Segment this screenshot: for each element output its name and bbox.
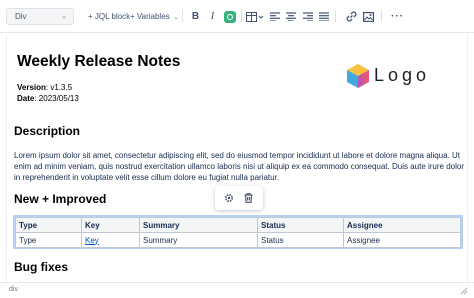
description-heading: Description: [14, 124, 81, 138]
bold-icon[interactable]: B: [188, 9, 203, 24]
resize-handle-icon[interactable]: [460, 287, 468, 295]
block-type-value: Div: [15, 12, 27, 21]
table-cell[interactable]: Type: [15, 232, 82, 248]
date-value: : 2023/05/13: [34, 94, 79, 103]
toolbar-divider: [381, 10, 382, 22]
align-center-icon[interactable]: [283, 9, 298, 24]
toolbar-divider: [241, 10, 242, 22]
date-line: Date: 2023/05/13: [17, 94, 79, 103]
logo-text: Logo: [374, 65, 431, 85]
more-icon[interactable]: ···: [390, 9, 405, 24]
variables-label: + Variables: [130, 12, 170, 21]
toolbar-divider: [335, 10, 336, 22]
align-left-icon[interactable]: [267, 9, 282, 24]
key-link[interactable]: Key: [85, 236, 99, 245]
table-icon[interactable]: [245, 9, 265, 24]
chevron-down-icon: ⌄: [61, 13, 67, 20]
table-cell[interactable]: Key: [81, 232, 140, 248]
version-label: Version: [17, 83, 46, 92]
table-actions-popup: [215, 186, 263, 210]
align-justify-icon[interactable]: [316, 9, 331, 24]
jql-block-label: + JQL block: [88, 12, 131, 21]
version-value: : v1.3.5: [45, 83, 73, 92]
table-header-cell[interactable]: Status: [257, 217, 344, 233]
text-color-icon[interactable]: [224, 11, 236, 23]
table-header-cell[interactable]: Summary: [139, 217, 258, 233]
table-header-row: Type Key Summary Status Assignee: [15, 217, 461, 233]
image-icon[interactable]: [361, 9, 376, 24]
element-path: div: [9, 286, 18, 293]
table-header-cell[interactable]: Key: [81, 217, 140, 233]
version-line: Version: v1.3.5: [17, 83, 72, 92]
table-header-cell[interactable]: Assignee: [343, 217, 461, 233]
release-table[interactable]: Type Key Summary Status Assignee Type Ke…: [13, 215, 463, 249]
table-row: Type Key Summary Status Assignee: [15, 232, 461, 248]
editor-toolbar: Div ⌄ + JQL block + Variables ⌄ B I ···: [0, 0, 474, 33]
editor-content[interactable]: Weekly Release Notes Version: v1.3.5 Dat…: [6, 34, 468, 282]
table-header-cell[interactable]: Type: [15, 217, 82, 233]
status-bar: div: [0, 282, 474, 298]
logo: Logo: [346, 61, 436, 93]
trash-icon[interactable]: [241, 191, 255, 205]
document-title: Weekly Release Notes: [17, 53, 181, 70]
link-icon[interactable]: [344, 9, 359, 24]
jql-block-button[interactable]: + JQL block: [88, 12, 130, 21]
italic-icon[interactable]: I: [205, 9, 220, 24]
align-right-icon[interactable]: [300, 9, 315, 24]
toolbar-divider: [182, 10, 183, 22]
table-cell[interactable]: Assignee: [343, 232, 461, 248]
date-label: Date: [17, 94, 35, 103]
description-paragraph: Lorem ipsum dolor sit amet, consectetur …: [14, 151, 464, 182]
bug-fixes-heading: Bug fixes: [14, 260, 69, 274]
chevron-down-icon: ⌄: [173, 15, 179, 21]
block-type-select[interactable]: Div ⌄: [6, 8, 74, 25]
variables-button[interactable]: + Variables ⌄: [130, 12, 179, 21]
table-cell[interactable]: Status: [257, 232, 344, 248]
new-improved-heading: New + Improved: [14, 192, 107, 206]
table-cell[interactable]: Summary: [139, 232, 258, 248]
logo-cube-icon: [347, 64, 369, 88]
gear-icon[interactable]: [222, 191, 236, 205]
